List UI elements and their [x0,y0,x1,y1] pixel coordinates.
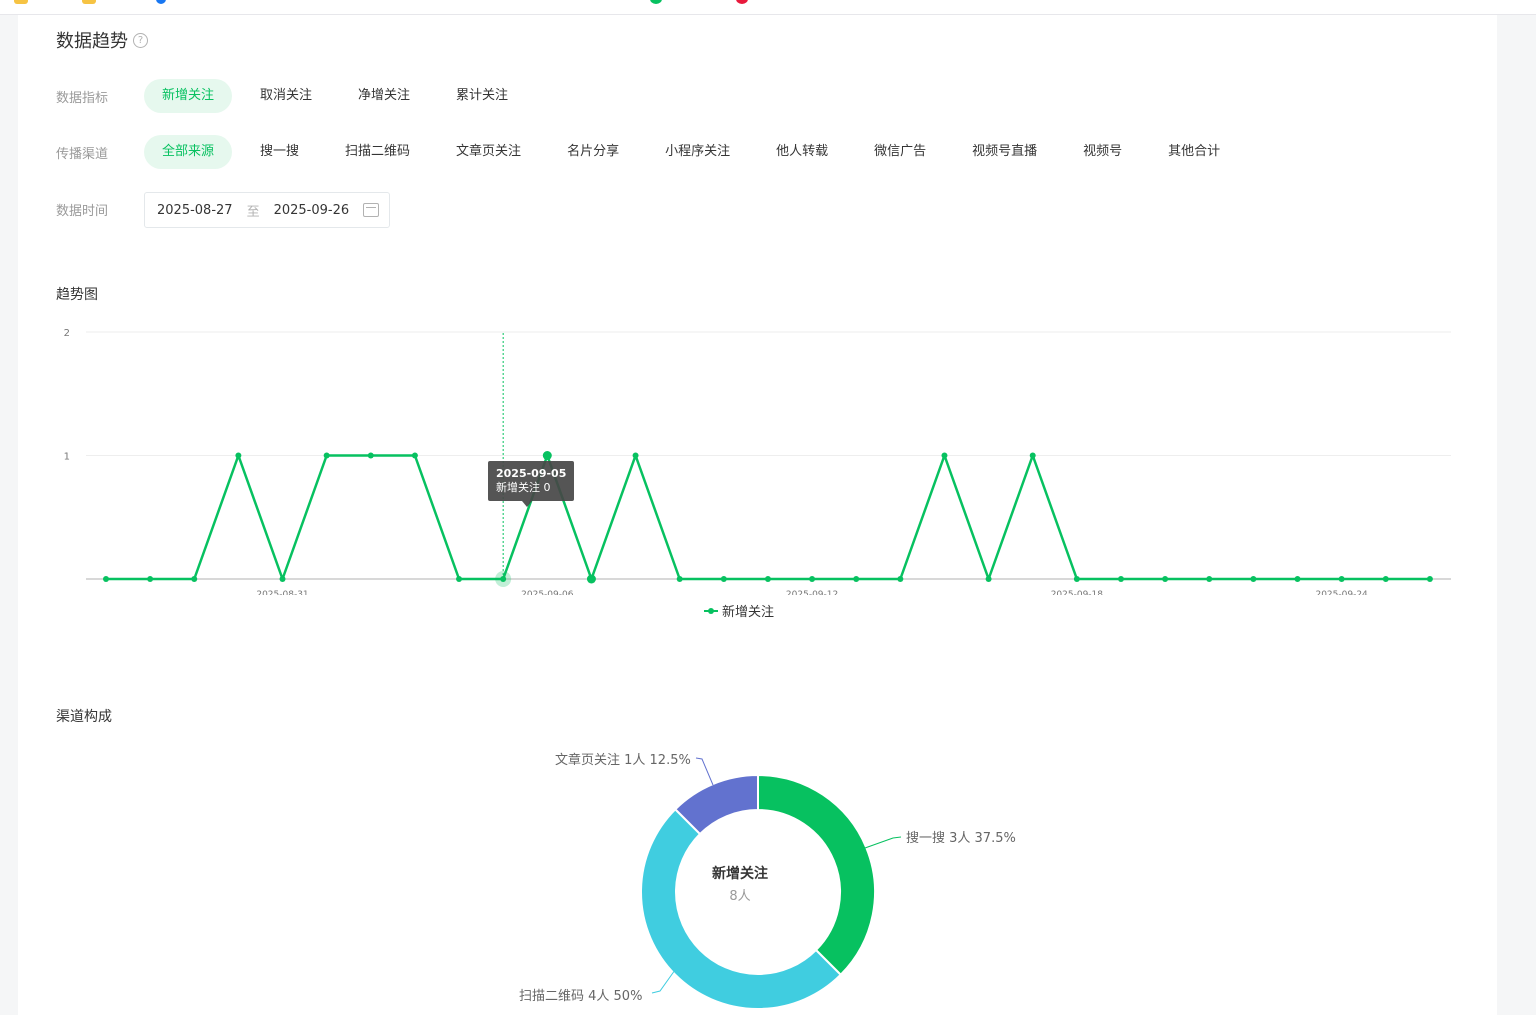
data-point [720,576,727,582]
channel-option-channels-live[interactable]: 视频号直播 [954,135,1055,169]
donut-center-total: 8人 [729,889,751,904]
data-point [1382,576,1389,582]
slice-label-article: 文章页关注 1人 12.5% [555,753,691,768]
trend-line-chart[interactable]: 1 2 2025-08-31 2025-09-06 2025-09-12 2025-09-… [38,305,1458,595]
data-point [1029,452,1036,459]
data-point [853,576,860,582]
date-start-value[interactable]: 2025-08-27 [157,203,233,218]
channel-option-qrcode[interactable]: 扫描二维码 [327,135,428,169]
data-point [456,576,463,582]
chart-legend[interactable]: 新增关注 [704,601,774,620]
tooltip-value: 新增关注 0 [496,481,551,494]
channel-option-wechat-ads[interactable]: 微信广告 [856,135,944,169]
x-tick-label: 2025-09-24 [1315,590,1368,595]
channel-filter-row: 传播渠道 全部来源 搜一搜 扫描二维码 文章页关注 名片分享 小程序关注 他人转… [56,135,1238,169]
data-point [147,576,154,582]
data-point [941,452,948,459]
page-title: 数据趋势 ? [56,27,148,53]
leader-line-search [864,836,902,849]
data-point [1426,576,1433,582]
data-point [1294,576,1301,582]
data-point [764,576,771,582]
metric-option-new-follow[interactable]: 新增关注 [144,79,233,113]
data-point [586,574,596,584]
data-point [632,452,639,459]
data-point [103,576,109,582]
data-point [191,576,198,582]
data-point [809,576,816,582]
channel-option-miniprogram[interactable]: 小程序关注 [647,135,748,169]
data-point [542,451,552,460]
data-point [323,452,330,459]
y-tick-label: 2 [64,328,70,339]
x-tick-label: 2025-09-12 [786,590,838,595]
legend-marker-icon [704,606,718,616]
bookmark-site-icon[interactable] [736,0,748,4]
slice-qrcode [640,807,843,1010]
x-tick-label: 2025-09-18 [1051,590,1104,595]
data-point [411,452,418,459]
channel-mix-title: 渠道构成 [56,709,112,725]
channel-option-card-share[interactable]: 名片分享 [549,135,637,169]
channel-option-all[interactable]: 全部来源 [144,135,233,169]
x-tick-label: 2025-08-31 [256,590,308,595]
date-range-picker[interactable]: 2025-08-27 至 2025-09-26 [144,192,391,228]
series-line [106,454,1430,581]
y-tick-label: 1 [64,452,70,463]
date-separator: 至 [246,204,260,220]
data-point [1250,576,1257,582]
trend-chart-title: 趋势图 [56,287,98,303]
metric-option-total-follow[interactable]: 累计关注 [438,79,526,113]
bookmark-site-icon[interactable] [156,0,166,4]
date-end-value[interactable]: 2025-09-26 [274,203,350,218]
x-tick-label: 2025-09-06 [521,590,574,595]
bookmark-folder-icon[interactable] [14,0,28,4]
help-icon[interactable]: ? [133,32,148,48]
data-point [1073,576,1080,582]
tooltip-date: 2025-09-05 [496,467,567,480]
browser-bookmark-bar [0,0,1536,15]
slice-label-qrcode: 扫描二维码 4人 50% [519,989,643,1004]
data-point [1162,576,1169,582]
legend-label: 新增关注 [722,605,775,620]
channel-option-channels[interactable]: 视频号 [1065,135,1140,169]
channel-option-article[interactable]: 文章页关注 [438,135,539,169]
data-point [1206,576,1213,582]
data-point [367,452,374,459]
slice-label-search: 搜一搜 3人 37.5% [906,831,1016,846]
chart-tooltip: 2025-09-05 新增关注 0 [488,461,575,507]
page-title-text: 数据趋势 [56,31,128,52]
metric-option-net-follow[interactable]: 净增关注 [340,79,428,113]
donut-center-title: 新增关注 [712,866,768,882]
metric-filter-row: 数据指标 新增关注 取消关注 净增关注 累计关注 [56,79,526,113]
data-point [500,576,507,582]
leader-line-article [695,757,714,786]
data-point [1338,576,1345,582]
data-point [279,576,286,582]
metric-option-unfollow[interactable]: 取消关注 [242,79,330,113]
metric-filter-label: 数据指标 [56,90,109,106]
channel-option-search[interactable]: 搜一搜 [242,135,317,169]
data-point [676,576,683,582]
calendar-icon[interactable] [363,203,380,217]
date-filter-label: 数据时间 [56,204,109,219]
data-point [985,576,992,582]
data-point [1117,576,1124,582]
leader-line-qrcode [651,969,676,994]
date-filter-row: 数据时间 2025-08-27 至 2025-09-26 [56,192,391,228]
bookmark-site-icon[interactable] [650,0,662,4]
channel-filter-label: 传播渠道 [56,146,109,162]
data-point [897,576,904,582]
channel-option-other[interactable]: 其他合计 [1150,135,1238,169]
bookmark-folder-icon[interactable] [82,0,96,4]
data-point [235,452,242,459]
channel-option-reprint[interactable]: 他人转载 [758,135,846,169]
